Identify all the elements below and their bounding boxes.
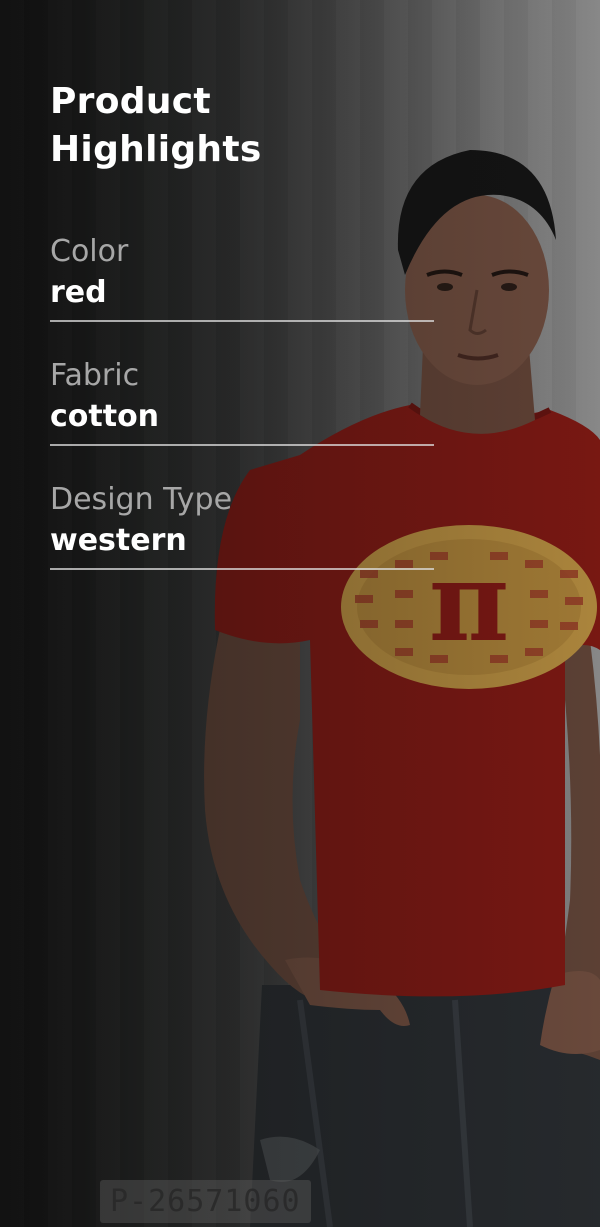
attribute-color: Color red [50,234,434,322]
pi-symbol: π [429,537,510,666]
attribute-value: western [50,523,187,558]
product-id-watermark: P-26571060 [100,1180,311,1223]
attribute-label: Design Type [50,482,233,517]
attribute-label: Color [50,234,129,269]
product-highlights-panel: Product Highlights Color red Fabric cott… [50,78,434,606]
attribute-value: red [50,275,107,310]
attribute-design-type: Design Type western [50,482,434,570]
attribute-label: Fabric [50,358,140,393]
attribute-value: cotton [50,399,160,434]
attribute-fabric: Fabric cotton [50,358,434,446]
product-highlights-screen: π Product Highlights Color red Fabric co… [0,0,600,1227]
panel-title: Product Highlights [50,81,262,170]
